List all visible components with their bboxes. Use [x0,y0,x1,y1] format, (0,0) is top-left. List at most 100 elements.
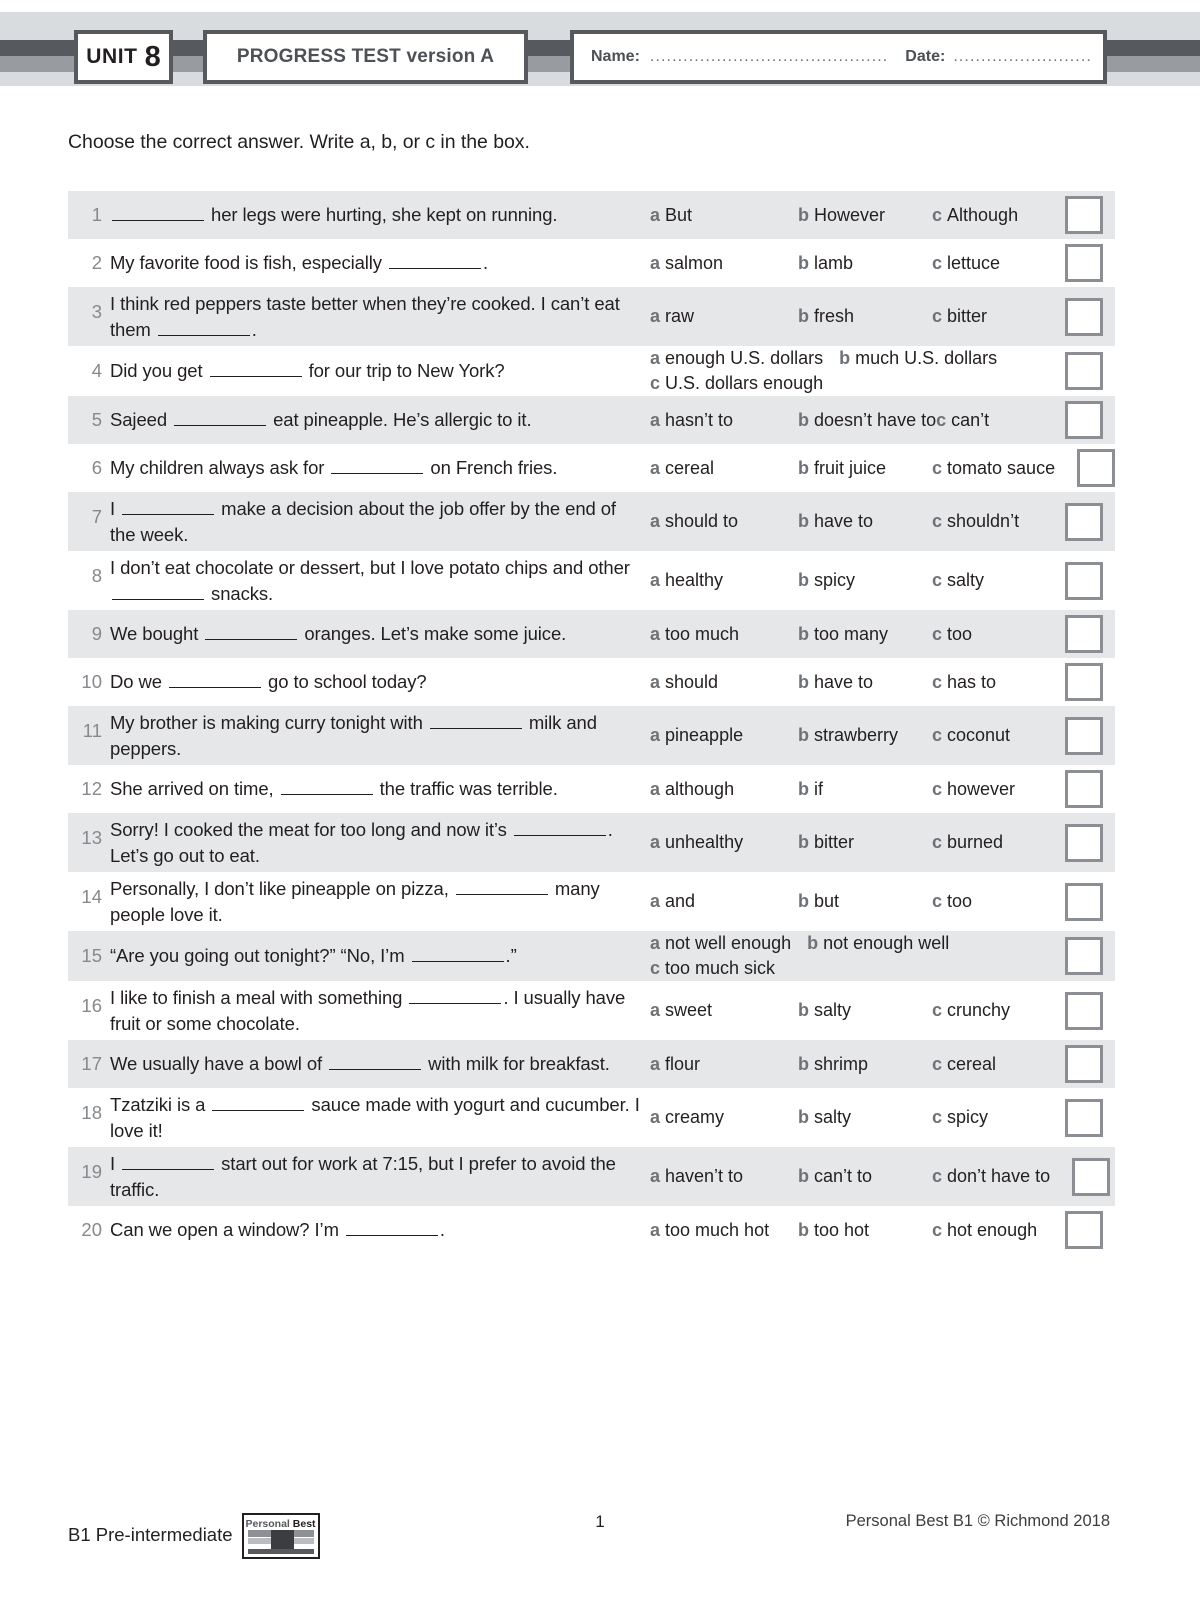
option-b[interactable]: b lamb [798,253,932,274]
option-c[interactable]: c U.S. dollars enough [650,371,823,396]
option-b[interactable]: b doesn’t have to [798,410,936,431]
answer-blank[interactable] [345,1235,438,1236]
option-a[interactable]: a unhealthy [650,832,798,853]
answer-box[interactable] [1065,1045,1103,1083]
answer-box[interactable] [1065,823,1103,862]
option-b[interactable]: b fresh [798,306,932,327]
option-c[interactable]: c burned [932,832,1003,853]
answer-box[interactable] [1065,615,1103,653]
option-c[interactable]: c spicy [932,1107,988,1128]
answer-box[interactable] [1065,937,1103,975]
option-c[interactable]: c bitter [932,306,987,327]
option-a[interactable]: a although [650,779,798,800]
option-a[interactable]: a too much hot [650,1220,798,1241]
answer-box[interactable] [1072,1157,1111,1196]
option-a[interactable]: a healthy [650,570,798,591]
option-b[interactable]: b have to [798,511,932,532]
option-b[interactable]: b too many [798,624,932,645]
option-a[interactable]: a hasn’t to [650,410,798,431]
answer-blank[interactable] [280,794,373,795]
option-c[interactable]: c Although [932,205,1018,226]
option-b[interactable]: b fruit juice [798,458,932,479]
answer-box[interactable] [1065,770,1103,808]
option-c[interactable]: c has to [932,672,996,693]
option-a[interactable]: a creamy [650,1107,798,1128]
answer-box[interactable] [1065,716,1103,755]
answer-box[interactable] [1065,663,1103,701]
option-c[interactable]: c lettuce [932,253,1000,274]
answer-blank[interactable] [329,1069,422,1070]
name-input-line[interactable]: ........................................… [650,48,887,66]
option-b[interactable]: b can’t to [798,1166,932,1187]
option-c[interactable]: c tomato sauce [932,458,1055,479]
answer-box[interactable] [1065,297,1103,336]
option-c[interactable]: c too [932,624,972,645]
answer-blank[interactable] [157,334,250,336]
option-a[interactable]: a and [650,891,798,912]
option-b[interactable]: b However [798,205,932,226]
option-a[interactable]: a salmon [650,253,798,274]
option-a[interactable]: a enough U.S. dollars [650,346,823,371]
option-b[interactable]: b strawberry [798,725,932,746]
option-c[interactable]: c too much sick [650,956,775,981]
option-b[interactable]: b if [798,779,932,800]
option-c[interactable]: c too [932,891,972,912]
answer-box[interactable] [1065,196,1103,234]
answer-blank[interactable] [112,598,204,600]
answer-blank[interactable] [205,639,298,640]
option-c[interactable]: c however [932,779,1015,800]
option-c[interactable]: c salty [932,570,984,591]
option-c[interactable]: c coconut [932,725,1010,746]
answer-box[interactable] [1065,882,1103,921]
answer-box[interactable] [1065,401,1103,439]
option-c[interactable]: c don’t have to [932,1166,1050,1187]
date-input-line[interactable]: ........................................… [953,48,1091,66]
option-b[interactable]: b have to [798,672,932,693]
option-a[interactable]: a should to [650,511,798,532]
answer-box[interactable] [1065,1211,1103,1249]
answer-box[interactable] [1065,502,1103,541]
option-c[interactable]: c crunchy [932,1000,1010,1021]
option-b[interactable]: b too hot [798,1220,932,1241]
answer-blank[interactable] [112,220,204,221]
option-b[interactable]: b but [798,891,932,912]
answer-blank[interactable] [122,513,215,515]
option-b[interactable]: b shrimp [798,1054,932,1075]
option-b[interactable]: b much U.S. dollars [839,346,997,371]
option-a[interactable]: a sweet [650,1000,798,1021]
answer-blank[interactable] [513,834,606,836]
option-a[interactable]: a flour [650,1054,798,1075]
answer-blank[interactable] [331,473,424,474]
option-c[interactable]: c can’t [936,410,989,431]
answer-blank[interactable] [212,1109,305,1111]
option-c[interactable]: c shouldn’t [932,511,1019,532]
option-b[interactable]: b spicy [798,570,932,591]
option-b[interactable]: b salty [798,1000,932,1021]
option-c[interactable]: c cereal [932,1054,996,1075]
option-a[interactable]: a cereal [650,458,798,479]
option-a[interactable]: a pineapple [650,725,798,746]
option-a[interactable]: a But [650,205,798,226]
answer-blank[interactable] [389,268,481,269]
answer-blank[interactable] [429,727,522,729]
answer-blank[interactable] [174,425,267,426]
option-b[interactable]: b salty [798,1107,932,1128]
option-a[interactable]: a haven’t to [650,1166,798,1187]
option-b[interactable]: b not enough well [807,931,949,956]
answer-box[interactable] [1065,352,1103,390]
answer-blank[interactable] [122,1168,215,1170]
answer-box[interactable] [1065,244,1103,282]
answer-blank[interactable] [411,961,504,962]
answer-blank[interactable] [455,893,548,895]
answer-box[interactable] [1065,991,1103,1030]
answer-box[interactable] [1065,1098,1103,1137]
answer-box[interactable] [1065,561,1103,600]
option-a[interactable]: a too much [650,624,798,645]
option-b[interactable]: b bitter [798,832,932,853]
option-a[interactable]: a raw [650,306,798,327]
answer-blank[interactable] [209,376,302,377]
option-a[interactable]: a not well enough [650,931,791,956]
answer-box[interactable] [1077,449,1116,487]
answer-blank[interactable] [409,1002,502,1004]
option-a[interactable]: a should [650,672,798,693]
